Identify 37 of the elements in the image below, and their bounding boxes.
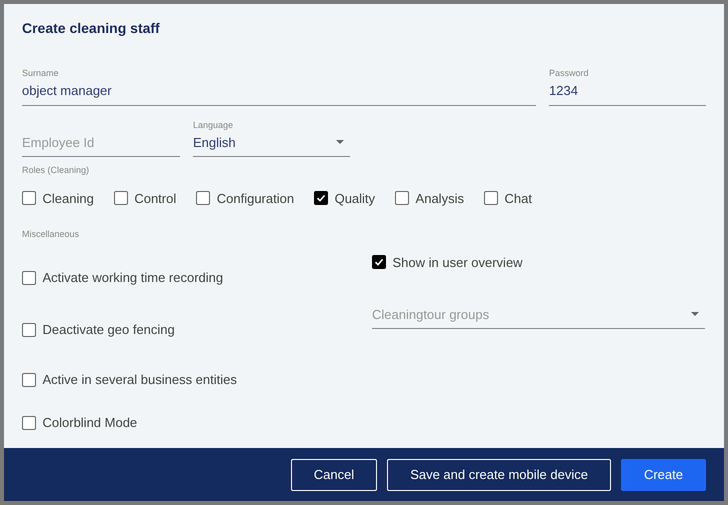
checkbox-label: Deactivate geo fencing — [42, 320, 175, 339]
dialog-title: Create cleaning staff — [22, 19, 161, 38]
field-label: Password — [549, 67, 590, 79]
checkbox-label: Cleaning — [42, 190, 94, 208]
checkbox[interactable] — [484, 191, 498, 206]
checkbox[interactable] — [22, 416, 36, 430]
section-label: Roles (Cleaning) — [22, 164, 90, 176]
checkbox[interactable] — [22, 270, 36, 284]
checkbox[interactable] — [22, 372, 36, 386]
checkbox-label: Analysis — [416, 190, 464, 208]
checkbox[interactable] — [372, 255, 386, 270]
checkbox[interactable] — [395, 191, 410, 206]
surname-field[interactable]: object manager — [22, 79, 536, 106]
dialog-button[interactable]: Cancel — [290, 458, 378, 490]
checkbox-label: Colorblind Mode — [42, 414, 138, 432]
create-button[interactable]: Create — [620, 458, 706, 490]
checkbox[interactable] — [314, 191, 328, 206]
section-label: Miscellaneous — [22, 228, 80, 240]
password-field[interactable]: 1234 — [549, 79, 706, 106]
employee-id-field[interactable]: Employee Id — [22, 130, 180, 157]
checkbox-label: Activate working time recording — [42, 268, 224, 287]
dropdown-caret-icon — [336, 140, 344, 144]
checkbox[interactable] — [22, 191, 36, 206]
checkbox-label: Configuration — [216, 190, 294, 208]
field-label: Surname — [22, 67, 60, 79]
checkbox[interactable] — [114, 191, 128, 206]
checkbox-label: Active in several business entities — [42, 370, 237, 389]
field-label: Language — [193, 118, 234, 130]
language-select[interactable]: English — [193, 130, 350, 157]
checkbox-label: Chat — [504, 190, 532, 208]
dropdown-caret-icon — [690, 312, 698, 316]
checkbox[interactable] — [22, 322, 36, 336]
checkbox-label: Show in user overview — [392, 254, 523, 272]
checkbox-label: Control — [134, 190, 176, 208]
checkbox[interactable] — [196, 191, 210, 206]
checkbox-label: Quality — [334, 190, 376, 208]
dialog-button[interactable]: Save and create mobile device — [387, 458, 611, 490]
